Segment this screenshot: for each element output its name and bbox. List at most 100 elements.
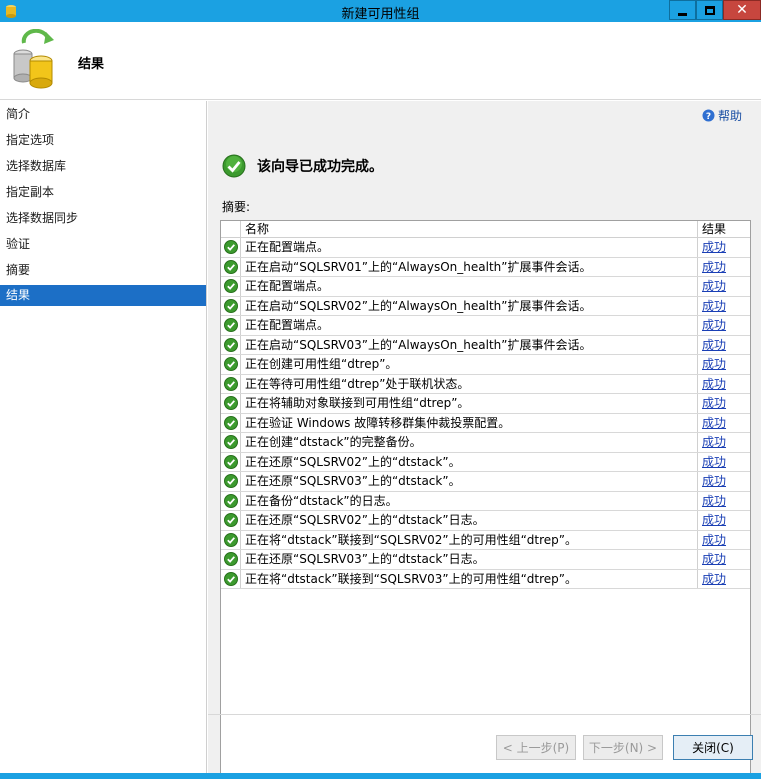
result-link[interactable]: 成功 — [702, 357, 726, 371]
row-status-cell — [221, 433, 241, 452]
table-row[interactable]: 正在备份“dtstack”的日志。 成功 — [221, 491, 750, 511]
maximize-icon — [704, 5, 715, 15]
table-row[interactable]: 正在创建“dtstack”的完整备份。 成功 — [221, 433, 750, 453]
sidebar-item-results[interactable]: 结果 — [0, 285, 206, 306]
row-status-cell — [221, 550, 241, 569]
title-bar[interactable]: 新建可用性组 ✕ — [0, 0, 761, 22]
sidebar-item-data-sync[interactable]: 选择数据同步 — [0, 205, 206, 231]
table-row[interactable]: 正在还原“SQLSRV02”上的“dtstack”。 成功 — [221, 452, 750, 472]
row-name: 正在还原“SQLSRV02”上的“dtstack”。 — [241, 452, 698, 471]
success-check-icon — [223, 259, 238, 274]
maximize-button[interactable] — [696, 0, 723, 20]
table-row[interactable]: 正在还原“SQLSRV02”上的“dtstack”日志。 成功 — [221, 511, 750, 531]
result-link[interactable]: 成功 — [702, 572, 726, 586]
row-name: 正在等待可用性组“dtrep”处于联机状态。 — [241, 374, 698, 393]
success-check-icon — [223, 415, 238, 430]
result-link[interactable]: 成功 — [702, 435, 726, 449]
success-check-icon — [223, 396, 238, 411]
table-row[interactable]: 正在启动“SQLSRV03”上的“AlwaysOn_health”扩展事件会话。… — [221, 335, 750, 355]
result-link[interactable]: 成功 — [702, 513, 726, 527]
row-status-cell — [221, 452, 241, 471]
close-button[interactable]: 关闭(C) — [673, 735, 753, 760]
row-status-cell — [221, 257, 241, 276]
row-name: 正在配置端点。 — [241, 277, 698, 296]
sidebar-item-validation[interactable]: 验证 — [0, 231, 206, 257]
row-name: 正在还原“SQLSRV03”上的“dtstack”日志。 — [241, 550, 698, 569]
success-check-icon — [223, 240, 238, 255]
header-icon-cell — [221, 221, 241, 237]
result-link[interactable]: 成功 — [702, 533, 726, 547]
result-link[interactable]: 成功 — [702, 416, 726, 430]
row-name: 正在还原“SQLSRV02”上的“dtstack”日志。 — [241, 511, 698, 530]
row-status-cell — [221, 491, 241, 510]
row-result: 成功 — [698, 316, 750, 335]
row-status-cell — [221, 511, 241, 530]
result-link[interactable]: 成功 — [702, 474, 726, 488]
table-row[interactable]: 正在验证 Windows 故障转移群集仲裁投票配置。 成功 — [221, 413, 750, 433]
table-row[interactable]: 正在等待可用性组“dtrep”处于联机状态。 成功 — [221, 374, 750, 394]
row-status-cell — [221, 238, 241, 257]
row-name: 正在备份“dtstack”的日志。 — [241, 491, 698, 510]
previous-button[interactable]: < 上一步(P) — [496, 735, 576, 760]
result-link[interactable]: 成功 — [702, 494, 726, 508]
success-check-icon — [223, 337, 238, 352]
row-result: 成功 — [698, 453, 750, 472]
row-status-cell — [221, 355, 241, 374]
result-link[interactable]: 成功 — [702, 318, 726, 332]
table-row[interactable]: 正在配置端点。 成功 — [221, 277, 750, 297]
row-result: 成功 — [698, 511, 750, 530]
table-row[interactable]: 正在还原“SQLSRV03”上的“dtstack”日志。 成功 — [221, 550, 750, 570]
wizard-steps-sidebar: 简介 指定选项 选择数据库 指定副本 选择数据同步 验证 摘要 结果 — [0, 101, 207, 773]
table-row[interactable]: 正在配置端点。 成功 — [221, 238, 750, 258]
svg-text:?: ? — [706, 112, 711, 122]
table-header: 名称 结果 — [221, 221, 750, 238]
row-name: 正在启动“SQLSRV02”上的“AlwaysOn_health”扩展事件会话。 — [241, 296, 698, 315]
row-name: 正在创建“dtstack”的完整备份。 — [241, 433, 698, 452]
result-link[interactable]: 成功 — [702, 396, 726, 410]
table-row[interactable]: 正在启动“SQLSRV02”上的“AlwaysOn_health”扩展事件会话。… — [221, 296, 750, 316]
table-row[interactable]: 正在配置端点。 成功 — [221, 316, 750, 336]
success-check-icon — [223, 513, 238, 528]
sidebar-item-summary[interactable]: 摘要 — [0, 257, 206, 283]
row-result: 成功 — [698, 238, 750, 257]
result-link[interactable]: 成功 — [702, 260, 726, 274]
table-row[interactable]: 正在启动“SQLSRV01”上的“AlwaysOn_health”扩展事件会话。… — [221, 257, 750, 277]
header-result[interactable]: 结果 — [698, 221, 750, 237]
result-link[interactable]: 成功 — [702, 338, 726, 352]
close-window-button[interactable]: ✕ — [723, 0, 761, 20]
page-title: 结果 — [78, 57, 105, 72]
result-link[interactable]: 成功 — [702, 279, 726, 293]
success-check-icon — [223, 298, 238, 313]
result-link[interactable]: 成功 — [702, 552, 726, 566]
result-link[interactable]: 成功 — [702, 299, 726, 313]
success-check-icon — [222, 154, 246, 178]
row-name: 正在还原“SQLSRV03”上的“dtstack”。 — [241, 472, 698, 491]
result-link[interactable]: 成功 — [702, 240, 726, 254]
minimize-button[interactable] — [669, 0, 696, 20]
next-button[interactable]: 下一步(N) > — [583, 735, 663, 760]
success-check-icon — [223, 493, 238, 508]
row-status-cell — [221, 296, 241, 315]
result-link[interactable]: 成功 — [702, 455, 726, 469]
sidebar-item-intro[interactable]: 简介 — [0, 101, 206, 127]
success-check-icon — [223, 357, 238, 372]
sidebar-item-databases[interactable]: 选择数据库 — [0, 153, 206, 179]
row-status-cell — [221, 413, 241, 432]
table-row[interactable]: 正在将辅助对象联接到可用性组“dtrep”。 成功 — [221, 394, 750, 414]
page-header: 结果 — [0, 22, 761, 100]
table-row[interactable]: 正在还原“SQLSRV03”上的“dtstack”。 成功 — [221, 472, 750, 492]
sidebar-item-options[interactable]: 指定选项 — [0, 127, 206, 153]
header-name[interactable]: 名称 — [241, 221, 698, 237]
result-link[interactable]: 成功 — [702, 377, 726, 391]
table-row[interactable]: 正在创建可用性组“dtrep”。 成功 — [221, 355, 750, 375]
help-label: 帮助 — [718, 109, 743, 123]
footer-divider — [208, 714, 761, 715]
table-row[interactable]: 正在将“dtstack”联接到“SQLSRV03”上的可用性组“dtrep”。成… — [221, 569, 750, 589]
database-sync-icon — [13, 29, 54, 89]
sidebar-item-replicas[interactable]: 指定副本 — [0, 179, 206, 205]
main-panel: ? 帮助 该向导已成功完成。 摘要: 名称 结果 正在配置端点。 成功 正在启动“S… — [208, 101, 761, 778]
row-name: 正在启动“SQLSRV03”上的“AlwaysOn_health”扩展事件会话。 — [241, 335, 698, 354]
row-name: 正在启动“SQLSRV01”上的“AlwaysOn_health”扩展事件会话。 — [241, 257, 698, 276]
help-link[interactable]: ? 帮助 — [702, 107, 742, 124]
table-row[interactable]: 正在将“dtstack”联接到“SQLSRV02”上的可用性组“dtrep”。成… — [221, 530, 750, 550]
